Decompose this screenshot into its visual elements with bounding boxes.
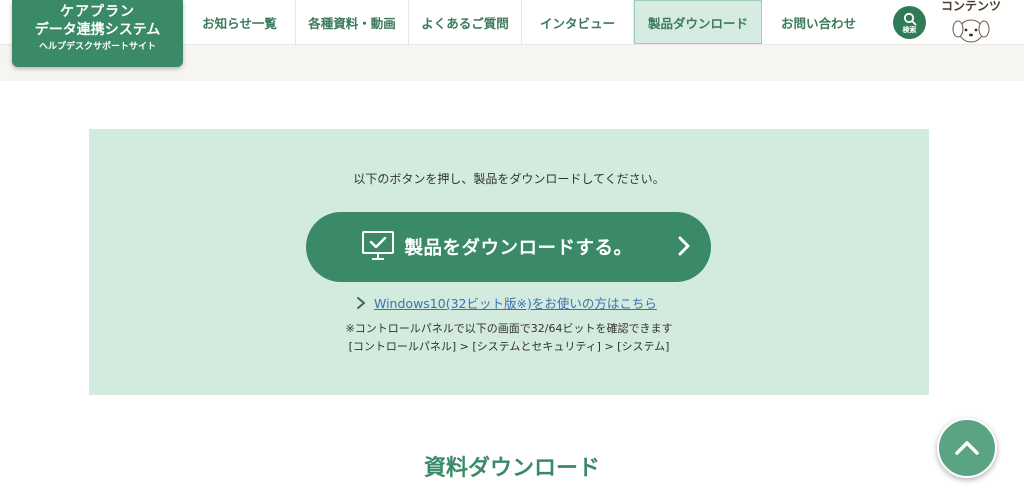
download-product-button[interactable]: 製品をダウンロードする。	[306, 212, 711, 282]
global-nav: お知らせ一覧 各種資料・動画 よくあるご質問 インタビュー 製品ダウンロード お…	[184, 0, 875, 44]
win32-link-row: Windows10(32ビット版※)をお使いの方はこちら	[356, 293, 657, 312]
nav-item-download[interactable]: 製品ダウンロード	[634, 0, 762, 44]
contents-label: コンテンツ	[940, 0, 1001, 13]
control-panel-path: [コントロールパネル] > [システムとセキュリティ] > [システム]	[348, 340, 670, 353]
nav-item-news[interactable]: お知らせ一覧	[184, 0, 296, 44]
search-button[interactable]: 検索	[893, 6, 926, 39]
site-logo[interactable]: ケアプラン データ連携システム ヘルプデスクサポートサイト	[12, 0, 183, 67]
search-icon	[903, 12, 916, 25]
chevron-right-icon	[678, 236, 690, 256]
dog-mascot-icon	[952, 19, 990, 43]
logo-line2: データ連携システム	[34, 22, 161, 38]
nav-item-interview[interactable]: インタビュー	[522, 0, 634, 44]
bit-check-note: ※コントロールパネルで以下の画面で32/64ビットを確認できます	[345, 322, 673, 335]
nav-item-contact[interactable]: お問い合わせ	[762, 0, 875, 44]
contents-menu[interactable]: コンテンツ	[936, 0, 1006, 45]
site-header: ケアプラン データ連携システム ヘルプデスクサポートサイト お知らせ一覧 各種資…	[0, 0, 1024, 67]
search-label: 検索	[902, 25, 917, 34]
section-title-materials: 資料ダウンロード	[423, 456, 600, 481]
download-button-label: 製品をダウンロードする。	[404, 238, 633, 259]
logo-line1: ケアプラン	[60, 4, 135, 20]
nav-item-materials[interactable]: 各種資料・動画	[296, 0, 409, 44]
chevron-right-icon	[357, 296, 365, 309]
chevron-up-icon	[955, 441, 979, 455]
logo-line3: ヘルプデスクサポートサイト	[38, 42, 156, 52]
win32-download-link[interactable]: Windows10(32ビット版※)をお使いの方はこちら	[374, 293, 657, 312]
monitor-check-icon	[362, 231, 394, 260]
download-instruction: 以下のボタンを押し、製品をダウンロードしてください。	[353, 172, 665, 186]
download-panel: 以下のボタンを押し、製品をダウンロードしてください。 製品をダウンロードする。 …	[89, 129, 929, 395]
nav-item-faq[interactable]: よくあるご質問	[409, 0, 522, 44]
back-to-top-button[interactable]	[937, 418, 997, 478]
